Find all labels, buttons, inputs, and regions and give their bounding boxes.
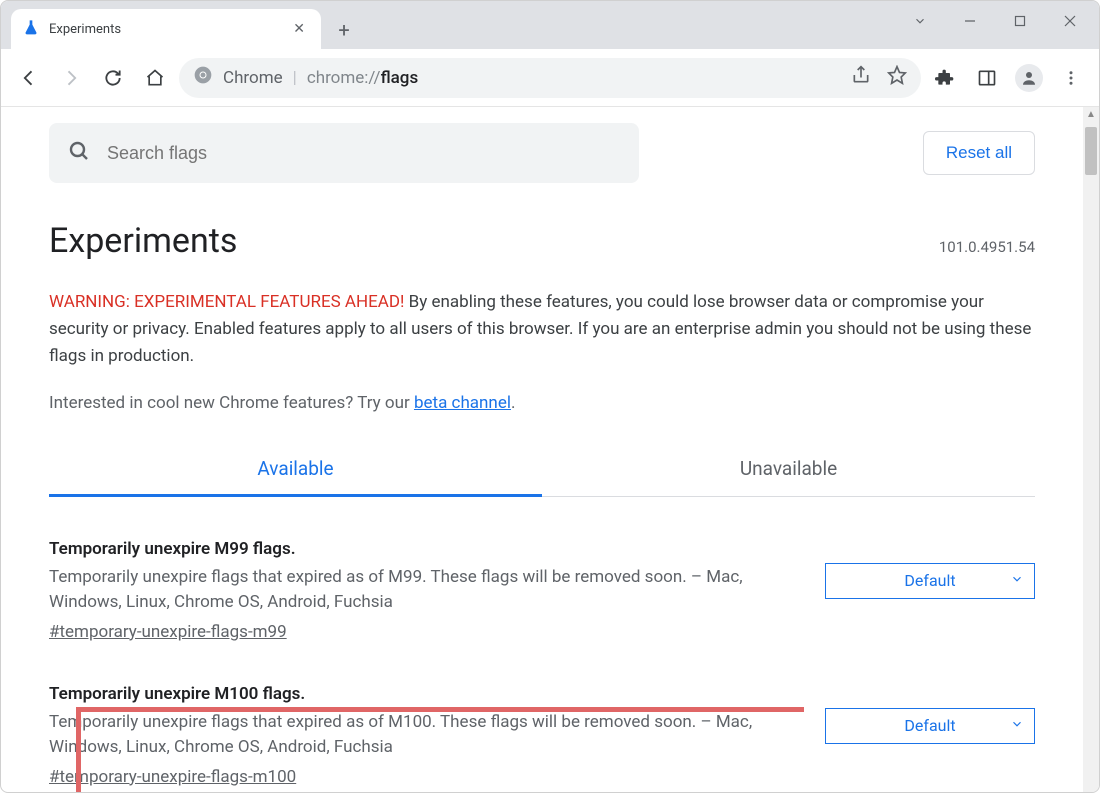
minimize-button[interactable] xyxy=(947,6,993,36)
page-title: Experiments xyxy=(49,221,237,261)
search-icon xyxy=(67,139,91,167)
chrome-logo-icon xyxy=(193,65,213,90)
omnibox-label: Chrome xyxy=(223,68,283,88)
avatar-icon xyxy=(1015,64,1043,92)
warning-prefix: WARNING: EXPERIMENTAL FEATURES AHEAD! xyxy=(49,292,404,312)
search-box[interactable] xyxy=(49,123,639,183)
content-area: Reset all Experiments 101.0.4951.54 WARN… xyxy=(1,107,1099,792)
flag-anchor-link[interactable]: #temporary-unexpire-flags-m100 xyxy=(49,767,296,787)
tab-title: Experiments xyxy=(49,22,279,37)
forward-button[interactable] xyxy=(53,60,89,96)
warning-text: WARNING: EXPERIMENTAL FEATURES AHEAD! By… xyxy=(49,289,1035,371)
menu-button[interactable] xyxy=(1053,60,1089,96)
flag-dropdown-value: Default xyxy=(904,716,955,735)
page-content: Reset all Experiments 101.0.4951.54 WARN… xyxy=(1,107,1083,792)
tab-unavailable[interactable]: Unavailable xyxy=(542,443,1035,497)
close-tab-icon[interactable]: ✕ xyxy=(289,19,309,39)
search-row: Reset all xyxy=(49,115,1035,183)
flag-description: Temporarily unexpire flags that expired … xyxy=(49,565,809,616)
annotation-line-vertical xyxy=(76,707,81,792)
flag-description: Temporarily unexpire flags that expired … xyxy=(49,710,809,761)
toolbar: Chrome | chrome://flags xyxy=(1,49,1099,107)
home-button[interactable] xyxy=(137,60,173,96)
scroll-up-icon[interactable]: ▲ xyxy=(1083,109,1099,120)
beta-prompt-suffix: . xyxy=(511,393,515,413)
window-controls xyxy=(897,1,1093,41)
chevron-down-icon xyxy=(1010,716,1024,735)
omnibox-url-prefix: chrome:// xyxy=(307,68,381,88)
beta-prompt: Interested in cool new Chrome features? … xyxy=(49,393,1035,413)
flag-anchor-link[interactable]: #temporary-unexpire-flags-m99 xyxy=(49,622,287,642)
flag-dropdown[interactable]: Default xyxy=(825,708,1035,744)
page-tabs: Available Unavailable xyxy=(49,443,1035,497)
omnibox-url: chrome://flags xyxy=(307,68,418,88)
flask-icon xyxy=(23,19,39,39)
profile-button[interactable] xyxy=(1011,60,1047,96)
close-window-button[interactable] xyxy=(1047,6,1093,36)
star-icon[interactable] xyxy=(887,65,907,90)
flag-item: Temporarily unexpire M100 flags. Tempora… xyxy=(49,684,1035,787)
flag-title: Temporarily unexpire M99 flags. xyxy=(49,539,809,559)
flag-title: Temporarily unexpire M100 flags. xyxy=(49,684,809,704)
version-label: 101.0.4951.54 xyxy=(939,238,1035,256)
browser-tab[interactable]: Experiments ✕ xyxy=(11,9,321,49)
omnibox[interactable]: Chrome | chrome://flags xyxy=(179,58,921,98)
reload-button[interactable] xyxy=(95,60,131,96)
scrollbar[interactable]: ▲ xyxy=(1083,107,1099,792)
flag-item: Temporarily unexpire M99 flags. Temporar… xyxy=(49,539,1035,642)
reset-all-button[interactable]: Reset all xyxy=(923,131,1035,175)
browser-window: Experiments ✕ + Chrome | chrome://flags xyxy=(0,0,1100,793)
flag-dropdown-value: Default xyxy=(904,571,955,590)
tab-available[interactable]: Available xyxy=(49,443,542,497)
search-input[interactable] xyxy=(105,142,621,165)
omnibox-separator: | xyxy=(293,68,297,88)
side-panel-icon[interactable] xyxy=(969,60,1005,96)
titlebar: Experiments ✕ + xyxy=(1,1,1099,49)
maximize-button[interactable] xyxy=(997,6,1043,36)
flag-dropdown[interactable]: Default xyxy=(825,563,1035,599)
header-row: Experiments 101.0.4951.54 xyxy=(49,221,1035,261)
scroll-thumb[interactable] xyxy=(1085,127,1097,175)
chevron-down-icon[interactable] xyxy=(897,6,943,36)
annotation-line-horizontal xyxy=(76,707,804,712)
chevron-down-icon xyxy=(1010,571,1024,590)
extensions-icon[interactable] xyxy=(927,60,963,96)
beta-prompt-text: Interested in cool new Chrome features? … xyxy=(49,393,414,413)
beta-channel-link[interactable]: beta channel xyxy=(414,393,511,413)
back-button[interactable] xyxy=(11,60,47,96)
new-tab-button[interactable]: + xyxy=(327,13,361,47)
omnibox-url-path: flags xyxy=(381,68,419,88)
share-icon[interactable] xyxy=(851,65,871,90)
